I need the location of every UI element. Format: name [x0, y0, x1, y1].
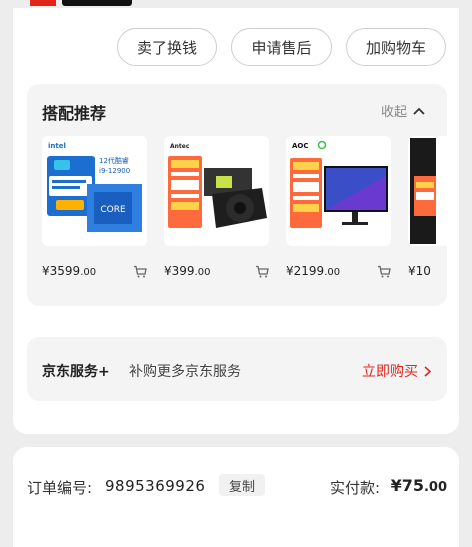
antec-logo-text: Antec: [170, 143, 190, 150]
recommend-title: 搭配推荐: [42, 104, 107, 123]
product-card-monitor[interactable]: AOC ¥2199.00: [286, 136, 391, 280]
cpu-model-text: i9-12900: [99, 167, 130, 175]
order-info-card: 订单编号: 9895369926 复制 实付款: ¥75.00: [13, 447, 459, 547]
order-number: 9895369926: [105, 477, 206, 495]
recommend-panel: 搭配推荐 收起 intel CORE 12代酷睿 i9-12900 ¥3599.…: [27, 84, 447, 306]
collapse-toggle[interactable]: 收起: [381, 101, 425, 120]
top-strip: [0, 0, 472, 8]
buy-now-label: 立即购买: [362, 364, 418, 380]
product-price: ¥3599.00: [42, 264, 97, 278]
paid-amount: ¥75.00: [390, 476, 447, 495]
service-title: 京东服务+: [42, 364, 110, 380]
product-card-psu[interactable]: Antec ¥399.00: [164, 136, 269, 280]
jd-service-panel[interactable]: 京东服务+ 补购更多京东服务 立即购买: [27, 337, 447, 401]
product-price: ¥10: [408, 264, 431, 278]
cart-icon[interactable]: [377, 265, 391, 278]
product-image-monitor: AOC: [286, 136, 391, 246]
chevron-right-icon: [424, 365, 431, 377]
chevron-up-icon: [413, 107, 425, 115]
collapse-label: 收起: [380, 105, 407, 120]
order-number-label: 订单编号:: [27, 479, 93, 497]
action-button-row: 卖了换钱 申请售后 加购物车: [117, 28, 446, 66]
service-desc: 补购更多京东服务: [129, 364, 241, 380]
cart-icon[interactable]: [133, 265, 147, 278]
svg-text:CORE: CORE: [100, 205, 126, 215]
product-price: ¥399.00: [164, 264, 211, 278]
product-image-partial: [408, 136, 447, 246]
product-image-cpu: intel CORE 12代酷睿 i9-12900: [42, 136, 147, 246]
cpu-caption-text: 12代酷睿: [99, 156, 129, 165]
aoc-logo-text: AOC: [292, 142, 309, 150]
paid-label: 实付款:: [330, 479, 381, 497]
product-image-psu: Antec: [164, 136, 269, 246]
shop-name-fragment: [62, 0, 132, 6]
product-card-cpu[interactable]: intel CORE 12代酷睿 i9-12900 ¥3599.00: [42, 136, 147, 280]
cart-icon[interactable]: [255, 265, 269, 278]
buy-now-link[interactable]: 立即购买: [362, 361, 431, 381]
add-to-cart-button[interactable]: 加购物车: [346, 28, 446, 66]
product-price: ¥2199.00: [286, 264, 341, 278]
copy-button[interactable]: 复制: [219, 474, 265, 496]
after-sale-button[interactable]: 申请售后: [231, 28, 332, 66]
sell-button[interactable]: 卖了换钱: [117, 28, 217, 66]
shop-logo-fragment: [30, 0, 56, 6]
intel-logo-text: intel: [48, 142, 66, 150]
product-card-partial[interactable]: ¥10: [408, 136, 447, 280]
product-list: intel CORE 12代酷睿 i9-12900 ¥3599.00 Antec…: [42, 136, 447, 280]
